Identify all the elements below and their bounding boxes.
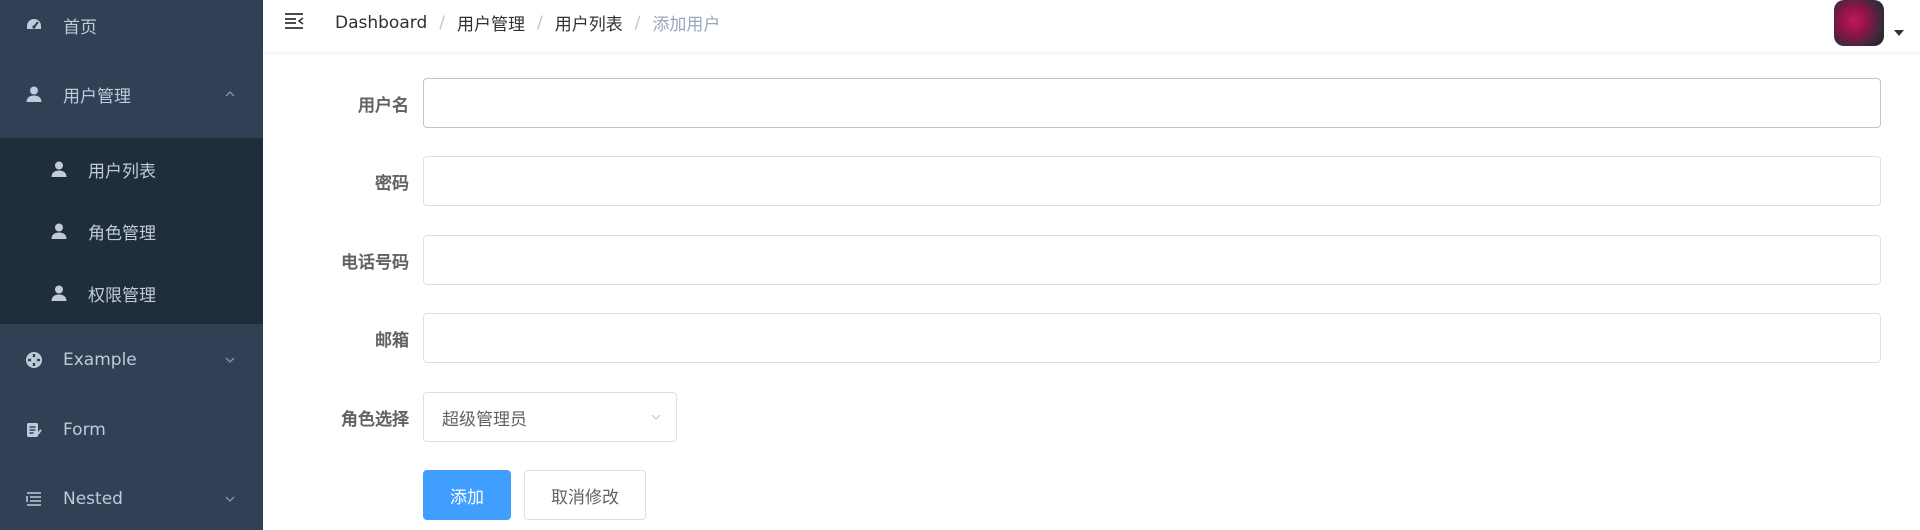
app-root: 首页 用户管理 用户列表 角色管理 权限管理 Example Form Nest… xyxy=(0,0,1920,530)
sidebar-item-user-management[interactable]: 用户管理 xyxy=(0,50,263,138)
username-label: 用户名 xyxy=(358,95,409,116)
role-label: 角色选择 xyxy=(341,409,409,430)
nested-icon xyxy=(25,490,43,508)
chevron-down-icon xyxy=(225,357,235,363)
sidebar-item-label: 权限管理 xyxy=(88,285,156,306)
breadcrumb: Dashboard / 用户管理 / 用户列表 / 添加用户 xyxy=(335,10,721,36)
breadcrumb-separator: / xyxy=(634,12,641,33)
sidebar-item-label: 用户列表 xyxy=(88,161,156,182)
breadcrumb-separator: / xyxy=(439,12,445,33)
sidebar: 首页 用户管理 用户列表 角色管理 权限管理 Example Form Nest… xyxy=(0,0,263,530)
cancel-button[interactable]: 取消修改 xyxy=(524,470,646,520)
chevron-down-icon xyxy=(225,496,235,502)
username-input[interactable] xyxy=(423,78,1881,128)
form-row-email: 邮箱 xyxy=(263,313,1881,363)
caret-down-icon[interactable] xyxy=(1894,30,1904,36)
dashboard-icon xyxy=(25,16,43,34)
user-icon xyxy=(50,222,68,240)
phone-label: 电话号码 xyxy=(341,252,409,273)
breadcrumb-separator: / xyxy=(536,12,543,33)
sidebar-item-label: Form xyxy=(63,420,106,440)
sidebar-item-form[interactable]: Form xyxy=(0,396,263,464)
user-icon xyxy=(25,85,43,103)
user-icon xyxy=(50,160,68,178)
role-select[interactable]: 超级管理员 xyxy=(423,392,677,442)
password-label: 密码 xyxy=(375,173,409,194)
sidebar-item-label: 用户管理 xyxy=(63,86,131,107)
chevron-down-icon xyxy=(651,414,661,420)
sidebar-item-role-management[interactable]: 角色管理 xyxy=(0,200,263,262)
sidebar-item-user-list[interactable]: 用户列表 xyxy=(0,138,263,200)
sidebar-item-permission-management[interactable]: 权限管理 xyxy=(0,262,263,324)
form-row-role: 角色选择 超级管理员 xyxy=(263,392,677,442)
sidebar-submenu: 用户列表 角色管理 权限管理 xyxy=(0,138,263,324)
sidebar-item-nested[interactable]: Nested xyxy=(0,464,263,530)
password-input[interactable] xyxy=(423,156,1881,206)
form-row-password: 密码 xyxy=(263,156,1881,206)
breadcrumb-item-user-management[interactable]: 用户管理 xyxy=(457,10,525,35)
breadcrumb-item-dashboard[interactable]: Dashboard xyxy=(335,13,427,33)
form-icon xyxy=(25,421,43,439)
hamburger-icon[interactable] xyxy=(283,10,305,32)
user-icon xyxy=(50,284,68,302)
navbar: Dashboard / 用户管理 / 用户列表 / 添加用户 xyxy=(263,0,1920,52)
sidebar-item-home[interactable]: 首页 xyxy=(0,0,263,50)
role-select-value: 超级管理员 xyxy=(442,409,527,430)
phone-input[interactable] xyxy=(423,235,1881,285)
sidebar-item-label: Example xyxy=(63,350,137,370)
form-row-actions: 添加 取消修改 xyxy=(263,470,646,520)
chevron-up-icon xyxy=(225,91,235,97)
breadcrumb-item-add-user: 添加用户 xyxy=(652,15,721,35)
sidebar-item-label: 首页 xyxy=(63,17,97,38)
form-row-phone: 电话号码 xyxy=(263,235,1881,285)
email-input[interactable] xyxy=(423,313,1881,363)
email-label: 邮箱 xyxy=(375,330,409,351)
avatar[interactable] xyxy=(1834,0,1884,46)
sidebar-item-label: 角色管理 xyxy=(88,223,156,244)
form-row-username: 用户名 xyxy=(263,78,1881,128)
example-icon xyxy=(25,351,43,369)
sidebar-item-label: Nested xyxy=(63,489,123,509)
add-button[interactable]: 添加 xyxy=(423,470,511,520)
sidebar-item-example[interactable]: Example xyxy=(0,324,263,396)
breadcrumb-item-user-list[interactable]: 用户列表 xyxy=(555,10,623,35)
